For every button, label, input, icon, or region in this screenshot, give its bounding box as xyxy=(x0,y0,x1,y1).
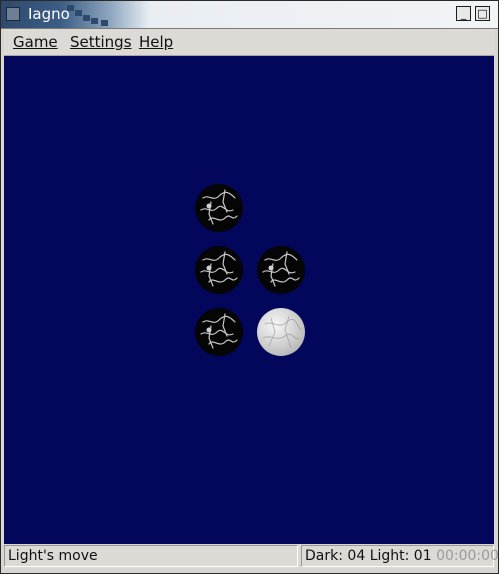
menu-help[interactable]: Help xyxy=(139,33,173,51)
light-label: Light: xyxy=(369,548,410,564)
maximize-button[interactable]: □ xyxy=(475,6,490,21)
dark-piece xyxy=(195,184,243,232)
title-bar[interactable]: Iagno _ □ xyxy=(1,1,498,29)
status-move: Light's move xyxy=(4,545,298,567)
dark-count: 04 xyxy=(347,548,366,564)
menu-bar: Game Settings Help xyxy=(4,29,494,56)
titlebar-decoration xyxy=(67,5,74,11)
game-timer: 00:00:00 xyxy=(436,548,499,564)
minimize-button[interactable]: _ xyxy=(456,6,471,21)
app-window: Iagno _ □ Game Settings Help Light's mov… xyxy=(0,0,499,574)
status-score: Dark: 04 Light: 01 00:00:00 xyxy=(301,545,499,567)
status-bar: Light's move Dark: 04 Light: 01 00:00:00 xyxy=(4,545,499,569)
titlebar-decoration xyxy=(83,15,90,21)
menu-settings[interactable]: Settings xyxy=(70,33,132,51)
light-count: 01 xyxy=(413,548,432,564)
titlebar-decoration xyxy=(91,18,98,24)
light-piece xyxy=(257,308,305,356)
window-title: Iagno xyxy=(28,5,70,23)
menu-help-label: Help xyxy=(139,33,174,51)
menu-game[interactable]: Game xyxy=(13,33,58,51)
dark-label: Dark: xyxy=(305,548,343,564)
dark-piece xyxy=(195,246,243,294)
status-move-text: Light's move xyxy=(8,548,98,564)
dark-piece xyxy=(195,308,243,356)
dark-piece xyxy=(257,246,305,294)
menu-settings-label: Settings xyxy=(70,33,132,51)
menu-game-label: Game xyxy=(13,33,58,51)
titlebar-decoration xyxy=(75,10,82,16)
window-menu-icon[interactable] xyxy=(6,7,20,21)
titlebar-decoration xyxy=(101,20,108,26)
game-board[interactable] xyxy=(4,56,494,544)
